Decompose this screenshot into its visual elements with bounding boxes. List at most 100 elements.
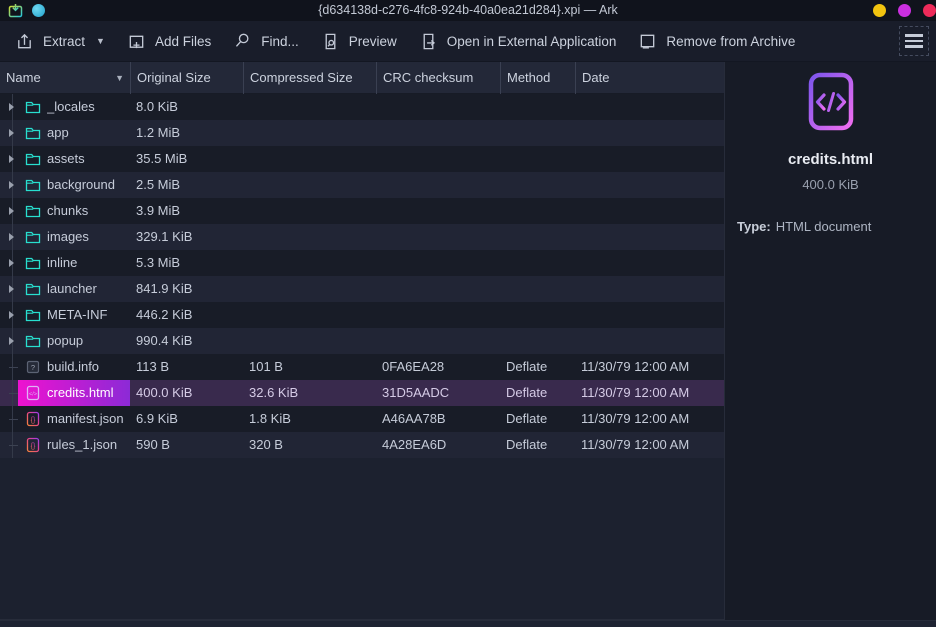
compressed-size-cell bbox=[243, 172, 376, 198]
name-cell: ? build.info bbox=[0, 354, 130, 380]
table-row[interactable]: launcher 841.9 KiB bbox=[0, 276, 724, 302]
column-header-crc-checksum[interactable]: CRC checksum bbox=[376, 62, 500, 94]
expand-arrow[interactable] bbox=[4, 328, 18, 354]
expand-arrow[interactable] bbox=[4, 172, 18, 198]
expand-triangle-icon bbox=[9, 337, 14, 345]
original-size-cell: 2.5 MiB bbox=[130, 172, 243, 198]
preview-icon bbox=[321, 32, 340, 51]
find-icon bbox=[233, 32, 252, 51]
folder-icon bbox=[25, 281, 41, 297]
close-button[interactable] bbox=[923, 4, 936, 17]
type-value: HTML document bbox=[776, 219, 872, 234]
expand-arrow[interactable] bbox=[4, 276, 18, 302]
compressed-size-cell: 32.6 KiB bbox=[243, 380, 376, 406]
expand-arrow bbox=[4, 406, 18, 432]
column-header-method[interactable]: Method bbox=[500, 62, 575, 94]
crc-checksum-cell bbox=[376, 276, 500, 302]
maximize-button[interactable] bbox=[898, 4, 911, 17]
name-highlight: background bbox=[18, 172, 130, 198]
name-highlight: ? build.info bbox=[18, 354, 130, 380]
file-name: launcher bbox=[47, 276, 97, 302]
table-row[interactable]: assets 35.5 MiB bbox=[0, 146, 724, 172]
expand-triangle-icon bbox=[9, 233, 14, 241]
file-name: build.info bbox=[47, 354, 99, 380]
compressed-size-cell bbox=[243, 120, 376, 146]
original-size-cell: 6.9 KiB bbox=[130, 406, 243, 432]
table-row[interactable]: {} manifest.json 6.9 KiB 1.8 KiB A46AA78… bbox=[0, 406, 724, 432]
unknown-file-icon: ? bbox=[25, 359, 41, 375]
table-row[interactable]: META-INF 446.2 KiB bbox=[0, 302, 724, 328]
method-cell bbox=[500, 94, 575, 120]
date-cell bbox=[575, 302, 724, 328]
file-rows: _locales 8.0 KiB app 1.2 MiB assets bbox=[0, 94, 724, 458]
table-row[interactable]: background 2.5 MiB bbox=[0, 172, 724, 198]
folder-icon bbox=[25, 203, 41, 219]
date-cell: 11/30/79 12:00 AM bbox=[575, 432, 724, 458]
expand-arrow[interactable] bbox=[4, 250, 18, 276]
expand-arrow[interactable] bbox=[4, 224, 18, 250]
cyan-circle-icon[interactable] bbox=[32, 4, 45, 17]
sort-descending-icon: ▼ bbox=[115, 62, 124, 94]
table-row[interactable]: chunks 3.9 MiB bbox=[0, 198, 724, 224]
svg-text:</>: </> bbox=[29, 391, 37, 397]
file-name: _locales bbox=[47, 94, 95, 120]
add-files-icon bbox=[127, 32, 146, 51]
archive-file-list: Name ▼ Original Size Compressed Size CRC… bbox=[0, 62, 725, 620]
date-cell bbox=[575, 172, 724, 198]
expand-arrow[interactable] bbox=[4, 146, 18, 172]
html-document-icon bbox=[803, 71, 859, 138]
folder-icon bbox=[25, 177, 41, 193]
original-size-cell: 113 B bbox=[130, 354, 243, 380]
method-cell bbox=[500, 276, 575, 302]
column-header-date[interactable]: Date bbox=[575, 62, 724, 94]
table-row[interactable]: _locales 8.0 KiB bbox=[0, 94, 724, 120]
name-cell: app bbox=[0, 120, 130, 146]
column-header-compressed-size[interactable]: Compressed Size bbox=[243, 62, 376, 94]
minimize-button[interactable] bbox=[873, 4, 886, 17]
extract-button[interactable]: Extract ▼ bbox=[5, 26, 115, 57]
find-button[interactable]: Find... bbox=[223, 26, 309, 57]
column-header-name[interactable]: Name ▼ bbox=[0, 62, 130, 94]
file-name: app bbox=[47, 120, 69, 146]
table-row[interactable]: </> credits.html 400.0 KiB 32.6 KiB 31D5… bbox=[0, 380, 724, 406]
expand-arrow[interactable] bbox=[4, 302, 18, 328]
original-size-cell: 590 B bbox=[130, 432, 243, 458]
name-cell: {} rules_1.json bbox=[0, 432, 130, 458]
folder-icon bbox=[25, 125, 41, 141]
method-cell bbox=[500, 172, 575, 198]
method-cell bbox=[500, 328, 575, 354]
table-row[interactable]: images 329.1 KiB bbox=[0, 224, 724, 250]
folder-icon bbox=[25, 151, 41, 167]
name-highlight: popup bbox=[18, 328, 130, 354]
add-files-button[interactable]: Add Files bbox=[117, 26, 221, 57]
table-row[interactable]: popup 990.4 KiB bbox=[0, 328, 724, 354]
expand-arrow[interactable] bbox=[4, 198, 18, 224]
open-external-button[interactable]: Open in External Application bbox=[409, 26, 627, 57]
expand-triangle-icon bbox=[9, 181, 14, 189]
table-row[interactable]: inline 5.3 MiB bbox=[0, 250, 724, 276]
hamburger-menu-button[interactable] bbox=[899, 26, 929, 56]
file-name: images bbox=[47, 224, 89, 250]
remove-from-archive-button[interactable]: Remove from Archive bbox=[628, 26, 805, 57]
method-cell bbox=[500, 198, 575, 224]
crc-checksum-cell bbox=[376, 224, 500, 250]
table-row[interactable]: app 1.2 MiB bbox=[0, 120, 724, 146]
tree-connector bbox=[9, 419, 18, 420]
date-cell: 11/30/79 12:00 AM bbox=[575, 406, 724, 432]
folder-icon bbox=[25, 255, 41, 271]
svg-text:{}: {} bbox=[31, 417, 36, 424]
expand-triangle-icon bbox=[9, 207, 14, 215]
tree-connector bbox=[9, 367, 18, 368]
compressed-size-cell bbox=[243, 224, 376, 250]
compressed-size-cell bbox=[243, 94, 376, 120]
expand-arrow[interactable] bbox=[4, 120, 18, 146]
date-cell bbox=[575, 120, 724, 146]
date-cell bbox=[575, 328, 724, 354]
table-row[interactable]: ? build.info 113 B 101 B 0FA6EA28 Deflat… bbox=[0, 354, 724, 380]
table-row[interactable]: {} rules_1.json 590 B 320 B 4A28EA6D Def… bbox=[0, 432, 724, 458]
name-cell: _locales bbox=[0, 94, 130, 120]
preview-button[interactable]: Preview bbox=[311, 26, 407, 57]
expand-arrow[interactable] bbox=[4, 94, 18, 120]
column-header-original-size[interactable]: Original Size bbox=[130, 62, 243, 94]
expand-arrow bbox=[4, 380, 18, 406]
